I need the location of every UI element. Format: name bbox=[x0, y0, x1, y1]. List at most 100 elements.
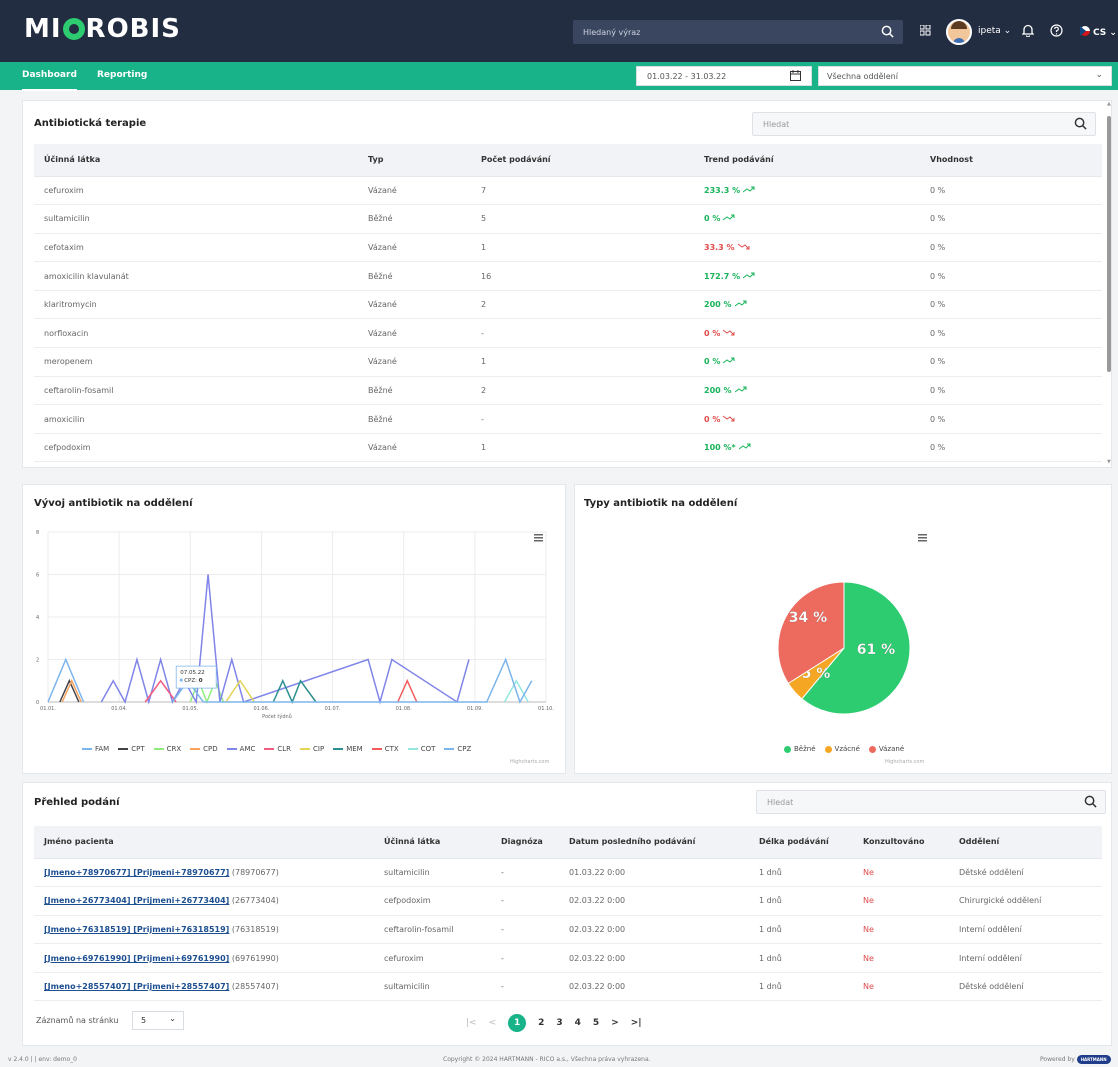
chart-menu-bar bbox=[534, 534, 543, 536]
table-row[interactable]: [Jmeno+76318519] [Prijmeni+76318519] (76… bbox=[34, 915, 1102, 945]
legend-item-cpd[interactable]: CPD bbox=[190, 745, 218, 753]
patient-link[interactable]: [Jmeno+26773404] [Prijmeni+26773404] bbox=[44, 896, 229, 905]
last-page-icon[interactable]: >| bbox=[631, 1018, 642, 1028]
legend-item-cip[interactable]: CIP bbox=[300, 745, 324, 753]
legend-item-vzácné[interactable]: Vzácné bbox=[824, 745, 860, 753]
column-header[interactable]: Datum posledního podávání bbox=[559, 826, 749, 859]
legend-item-mem[interactable]: MEM bbox=[333, 745, 363, 753]
legend-item-cpz[interactable]: CPZ bbox=[444, 745, 471, 753]
table-row[interactable]: sultamicilin Běžné 5 0 % 0 % bbox=[34, 204, 1102, 234]
prev-page-icon[interactable]: < bbox=[489, 1018, 497, 1028]
page-1[interactable]: 1 bbox=[508, 1014, 527, 1032]
search-icon[interactable] bbox=[1084, 795, 1097, 811]
column-header[interactable]: Délka podávání bbox=[749, 826, 853, 859]
table-row[interactable]: amoxicilin klavulanát Běžné 16 172.7 % 0 % bbox=[34, 261, 1102, 291]
date-cell: 02.03.22 0:00 bbox=[559, 915, 749, 945]
table-row[interactable]: [Jmeno+26773404] [Prijmeni+26773404] (26… bbox=[34, 886, 1102, 916]
therapy-search-input[interactable] bbox=[763, 113, 1037, 135]
per-page-value: 5 bbox=[141, 1016, 147, 1025]
search-icon[interactable] bbox=[881, 25, 894, 38]
column-header[interactable]: Vhodnost bbox=[920, 144, 1102, 177]
column-header[interactable]: Konzultováno bbox=[853, 826, 949, 859]
trend-down-icon bbox=[737, 243, 750, 252]
drug-cell: cefpodoxim bbox=[374, 886, 491, 916]
chart-menu-icon[interactable] bbox=[534, 534, 543, 542]
chart-credits[interactable]: Highcharts.com bbox=[885, 759, 924, 765]
scrollbar-thumb[interactable] bbox=[1107, 116, 1111, 372]
legend-item-fam[interactable]: FAM bbox=[82, 745, 109, 753]
column-header[interactable]: Trend podávání bbox=[694, 144, 920, 177]
table-row[interactable]: norfloxacin Vázané - 0 % 0 % bbox=[34, 318, 1102, 349]
tab-reporting[interactable]: Reporting bbox=[97, 70, 147, 80]
hartmann-logo[interactable]: HARTMANN bbox=[1076, 1055, 1111, 1064]
legend-item-ctx[interactable]: CTX bbox=[371, 745, 399, 753]
column-header[interactable]: Diagnóza bbox=[491, 826, 559, 859]
user-avatar[interactable] bbox=[946, 19, 972, 45]
table-header-row: Účinná látka Typ Počet podávání Trend po… bbox=[34, 144, 1102, 177]
line-chart: 0 2 4 6 8 01.01. 01.04. 01.05. 01.06. 01.07. 01.08… bbox=[36, 530, 554, 720]
legend-item-cot[interactable]: COT bbox=[407, 745, 435, 753]
next-page-icon[interactable]: > bbox=[611, 1018, 619, 1028]
calendar-icon[interactable] bbox=[790, 70, 801, 83]
table-row[interactable]: cefotaxim Vázané 1 33.3 % 0 % bbox=[34, 233, 1102, 263]
therapy-search[interactable] bbox=[752, 112, 1096, 136]
global-search-input[interactable] bbox=[583, 20, 863, 44]
patient-link[interactable]: [Jmeno+78970677] [Prijmeni+78970677] bbox=[44, 868, 229, 877]
language-switcher[interactable]: CS ⌄ bbox=[1080, 26, 1117, 38]
column-header[interactable]: Účinná látka bbox=[374, 826, 491, 859]
column-header[interactable]: Typ bbox=[358, 144, 471, 177]
table-row[interactable]: klaritromycin Vázané 2 200 % 0 % bbox=[34, 290, 1102, 320]
first-page-icon[interactable]: |< bbox=[466, 1018, 477, 1028]
legend-item-crx[interactable]: CRX bbox=[153, 745, 181, 753]
page-2[interactable]: 2 bbox=[538, 1018, 544, 1028]
legend-item-běžné[interactable]: Běžné bbox=[784, 745, 816, 753]
legend-item-cpt[interactable]: CPT bbox=[118, 745, 145, 753]
search-icon[interactable] bbox=[1074, 117, 1087, 133]
date-range-picker[interactable]: 01.03.22 - 31.03.22 bbox=[636, 66, 812, 86]
apps-grid-icon[interactable] bbox=[920, 25, 931, 36]
series-line-amc[interactable] bbox=[100, 574, 470, 705]
legend-item-clr[interactable]: CLR bbox=[264, 745, 291, 753]
page-3[interactable]: 3 bbox=[556, 1018, 562, 1028]
chart-credits[interactable]: Highcharts.com bbox=[510, 759, 549, 765]
series-line-ctx[interactable] bbox=[397, 678, 418, 703]
overview-search[interactable] bbox=[756, 790, 1106, 814]
department-select[interactable]: Všechna oddělení ⌄ bbox=[818, 66, 1112, 86]
count-cell: 2 bbox=[471, 290, 694, 320]
table-row[interactable]: meropenem Vázané 1 0 % 0 % bbox=[34, 347, 1102, 377]
help-icon[interactable] bbox=[1050, 24, 1063, 37]
legend-item-vázané[interactable]: Vázané bbox=[868, 745, 904, 753]
patient-link[interactable]: [Jmeno+76318519] [Prijmeni+76318519] bbox=[44, 925, 229, 934]
scroll-up-icon[interactable]: ▲ bbox=[1107, 101, 1111, 107]
table-row[interactable]: [Jmeno+78970677] [Prijmeni+78970677] (78… bbox=[34, 858, 1102, 888]
table-row[interactable]: [Jmeno+28557407] [Prijmeni+28557407] (28… bbox=[34, 972, 1102, 1002]
patient-link[interactable]: [Jmeno+28557407] [Prijmeni+28557407] bbox=[44, 982, 229, 991]
page-5[interactable]: 5 bbox=[593, 1018, 599, 1028]
bell-icon[interactable] bbox=[1022, 24, 1034, 37]
chart-menu-icon[interactable] bbox=[918, 534, 927, 542]
column-header[interactable]: Jméno pacienta bbox=[34, 826, 374, 859]
department-name: Chirurgické oddělení bbox=[959, 896, 1042, 906]
table-row[interactable]: cefuroxim Vázané 7 233.3 % 0 % bbox=[34, 176, 1102, 206]
app-logo[interactable]: MI ROBIS bbox=[24, 14, 181, 44]
table-row[interactable]: ceftarolin-fosamil Běžné 2 200 % 0 % bbox=[34, 376, 1102, 406]
trend-cell: 0 % bbox=[694, 404, 920, 434]
column-header[interactable]: Účinná látka bbox=[34, 144, 358, 177]
per-page-select[interactable]: 5 ⌄ bbox=[132, 1011, 184, 1030]
tab-dashboard[interactable]: Dashboard bbox=[22, 70, 77, 91]
patient-cell: [Jmeno+76318519] [Prijmeni+76318519] (76… bbox=[34, 915, 374, 945]
user-menu[interactable]: ipeta ⌄ bbox=[978, 26, 1011, 36]
overview-search-input[interactable] bbox=[767, 791, 1046, 813]
legend-item-amc[interactable]: AMC bbox=[226, 745, 255, 753]
global-search[interactable] bbox=[573, 20, 903, 44]
table-row[interactable]: [Jmeno+69761990] [Prijmeni+69761990] (69… bbox=[34, 943, 1102, 973]
table-row[interactable]: amoxicilin Běžné - 0 % 0 % bbox=[34, 404, 1102, 434]
scroll-down-icon[interactable]: ▼ bbox=[1107, 459, 1111, 465]
page-4[interactable]: 4 bbox=[575, 1018, 581, 1028]
type-cell: Vázané bbox=[358, 433, 471, 463]
column-header[interactable]: Oddělení bbox=[949, 826, 1102, 859]
type-cell: Běžné bbox=[358, 261, 471, 291]
patient-link[interactable]: [Jmeno+69761990] [Prijmeni+69761990] bbox=[44, 954, 229, 963]
table-row[interactable]: cefpodoxim Vázané 1 100 %* 0 % bbox=[34, 433, 1102, 463]
column-header[interactable]: Počet podávání bbox=[471, 144, 694, 177]
